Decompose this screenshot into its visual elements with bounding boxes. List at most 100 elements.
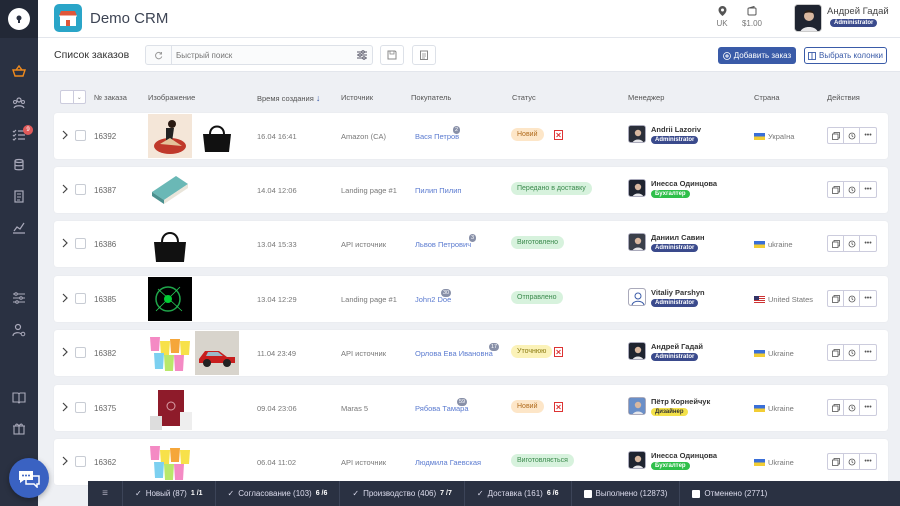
brand-logo[interactable] [54, 4, 82, 32]
row-checkbox[interactable] [75, 347, 86, 358]
status-badge[interactable]: Передано в доставку [511, 182, 592, 195]
order-number[interactable]: 16392 [94, 132, 116, 141]
row-checkbox[interactable] [75, 402, 86, 413]
sidebar-item-tasks[interactable]: 9 [0, 125, 38, 145]
order-number[interactable]: 16385 [94, 295, 116, 304]
row-checkbox[interactable] [75, 293, 86, 304]
sidebar-item-orders-basket[interactable] [0, 62, 38, 82]
add-order-button[interactable]: Добавить заказ [718, 47, 796, 64]
table-row[interactable]: 16362 06.04 11:02 API источник Людмила Г… [54, 439, 888, 485]
product-image[interactable] [148, 222, 192, 266]
sidebar-item-documents[interactable] [0, 186, 38, 206]
product-image[interactable] [195, 114, 239, 158]
col-source[interactable]: Источник [341, 93, 373, 102]
copy-button[interactable] [827, 344, 844, 361]
history-button[interactable] [843, 344, 860, 361]
product-image[interactable] [148, 168, 192, 212]
product-image[interactable] [148, 331, 192, 375]
more-button[interactable]: ••• [859, 399, 877, 416]
copy-button[interactable] [827, 290, 844, 307]
copy-button[interactable] [827, 399, 844, 416]
expand-chevron-icon[interactable] [61, 401, 69, 413]
order-number[interactable]: 16387 [94, 186, 116, 195]
product-image[interactable] [148, 440, 192, 484]
col-country[interactable]: Страна [754, 93, 780, 102]
history-button[interactable] [843, 127, 860, 144]
order-number[interactable]: 16362 [94, 458, 116, 467]
table-row[interactable]: 16386 13.04 15:33 API источник Львов Пет… [54, 221, 888, 267]
more-button[interactable]: ••• [859, 453, 877, 470]
product-image[interactable] [148, 277, 192, 321]
more-button[interactable]: ••• [859, 127, 877, 144]
sidebar-item-settings[interactable] [0, 288, 38, 308]
user-avatar[interactable] [794, 4, 822, 32]
status-badge[interactable]: Отправлено [511, 291, 563, 304]
filter-sliders-icon[interactable] [356, 49, 368, 61]
table-row[interactable]: 16387 14.04 12:06 Landing page #1 Пилип … [54, 167, 888, 213]
chat-widget-button[interactable] [9, 458, 49, 498]
col-created[interactable]: Время создания ↓ [257, 93, 320, 103]
copy-button[interactable] [827, 181, 844, 198]
row-checkbox[interactable] [75, 184, 86, 195]
expand-chevron-icon[interactable] [61, 183, 69, 195]
order-number[interactable]: 16375 [94, 404, 116, 413]
status-badge[interactable]: Новий [511, 128, 544, 141]
expand-chevron-icon[interactable] [61, 237, 69, 249]
history-button[interactable] [843, 453, 860, 470]
sort-arrow-down-icon[interactable]: ↓ [316, 93, 321, 103]
buyer-link[interactable]: Рябова Тамара 59 [415, 398, 469, 413]
footer-status-production[interactable]: ✓ Производство (406) 7 /7 [339, 481, 463, 506]
sidebar-item-customers[interactable] [0, 93, 38, 113]
user-name[interactable]: Андрей Гадай [827, 6, 889, 17]
delete-icon[interactable] [554, 402, 563, 412]
row-checkbox[interactable] [75, 238, 86, 249]
table-row[interactable]: 16385 13.04 12:29 Landing page #1 John2 … [54, 276, 888, 322]
footer-status-new[interactable]: ✓ Новый (87) 1 /1 [122, 481, 215, 506]
status-badge[interactable]: Виготовлено [511, 236, 565, 249]
status-badge[interactable]: Виготовляється [511, 454, 574, 467]
row-checkbox[interactable] [75, 130, 86, 141]
col-status[interactable]: Статус [512, 93, 536, 102]
row-checkbox[interactable] [75, 456, 86, 467]
buyer-link[interactable]: John2 Doe 30 [415, 289, 451, 304]
expand-chevron-icon[interactable] [61, 129, 69, 141]
keyhole-icon[interactable] [8, 8, 30, 30]
product-image[interactable] [195, 331, 239, 375]
col-number[interactable]: № заказа [94, 93, 127, 102]
product-image[interactable] [148, 386, 192, 430]
buyer-link[interactable]: Львов Петрович 3 [415, 234, 477, 249]
history-button[interactable] [843, 181, 860, 198]
expand-chevron-icon[interactable] [61, 292, 69, 304]
buyer-link[interactable]: Людмила Гаевская [415, 458, 481, 467]
language-switcher[interactable]: UK [714, 6, 730, 28]
refresh-button[interactable] [146, 46, 172, 64]
buyer-link[interactable]: Орлова Ева Ивановна 17 [415, 343, 500, 358]
balance[interactable]: $1.00 [738, 5, 766, 28]
footer-status-done[interactable]: Выполнено (12873) [570, 481, 680, 506]
col-buyer[interactable]: Покупатель [411, 93, 451, 102]
save-button[interactable] [380, 45, 404, 65]
history-button[interactable] [843, 290, 860, 307]
sidebar-item-user-settings[interactable] [0, 320, 38, 340]
table-row[interactable]: 16375 09.04 23:06 Maras 5 Рябова Тамара … [54, 385, 888, 431]
buyer-link[interactable]: Вася Петров 2 [415, 126, 461, 141]
status-badge[interactable]: Уточнюю [511, 345, 553, 358]
table-row[interactable]: 16392 16.04 16:41 Amazon (CA) Вася Петро… [54, 113, 888, 159]
sidebar-item-knowledge[interactable] [0, 387, 38, 407]
expand-chevron-icon[interactable] [61, 455, 69, 467]
footer-status-approval[interactable]: ✓ Согласование (103) 6 /6 [214, 481, 340, 506]
col-manager[interactable]: Менеджер [628, 93, 664, 102]
more-button[interactable]: ••• [859, 181, 877, 198]
footer-status-cancelled[interactable]: Отменено (2771) [679, 481, 779, 506]
table-row[interactable]: 16382 11.04 23:49 API источник Орлова Ев… [54, 330, 888, 376]
order-number[interactable]: 16382 [94, 349, 116, 358]
history-button[interactable] [843, 399, 860, 416]
sidebar-item-analytics[interactable] [0, 217, 38, 237]
product-image[interactable] [148, 114, 192, 158]
footer-menu-icon[interactable]: ≡ [88, 488, 122, 499]
copy-button[interactable] [827, 235, 844, 252]
status-badge[interactable]: Новий [511, 400, 544, 413]
history-button[interactable] [843, 235, 860, 252]
buyer-link[interactable]: Пилип Пилип [415, 186, 462, 195]
more-button[interactable]: ••• [859, 344, 877, 361]
